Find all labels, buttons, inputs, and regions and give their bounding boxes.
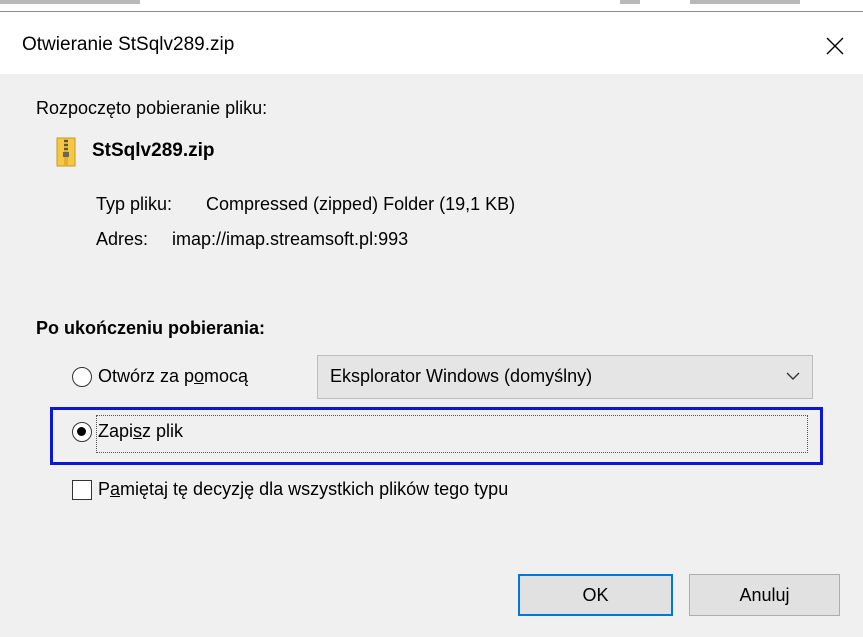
address-value: imap://imap.streamsoft.pl:993 xyxy=(172,229,409,249)
after-download-heading: Po ukończeniu pobierania: xyxy=(36,318,266,338)
dialog-title: Otwieranie StSqlv289.zip xyxy=(22,34,235,55)
save-file-radio[interactable] xyxy=(72,422,92,442)
dialog-titlebar: Otwieranie StSqlv289.zip xyxy=(0,12,863,74)
zip-file-icon xyxy=(56,137,76,167)
save-file-label[interactable]: Zapisz plik xyxy=(98,421,183,442)
close-button[interactable] xyxy=(813,26,857,66)
background-window-strip xyxy=(0,0,863,12)
cancel-button[interactable]: Anuluj xyxy=(689,574,840,616)
chevron-down-icon xyxy=(786,372,800,380)
remember-label[interactable]: Pamiętaj tę decyzję dla wszystkich plikó… xyxy=(98,479,508,500)
address-label: Adres: xyxy=(96,229,149,249)
open-with-label[interactable]: Otwórz za pomocą xyxy=(98,366,248,387)
open-with-app-select[interactable]: Eksplorator Windows (domyślny) xyxy=(317,355,813,399)
file-type-label: Typ pliku: xyxy=(96,194,173,214)
remember-checkbox[interactable] xyxy=(72,480,92,500)
file-name: StSqlv289.zip xyxy=(92,140,215,161)
open-with-radio[interactable] xyxy=(72,367,92,387)
open-with-app-value: Eksplorator Windows (domyślny) xyxy=(330,366,593,386)
focus-dotted-rect xyxy=(96,415,808,453)
download-heading: Rozpoczęto pobieranie pliku: xyxy=(36,98,268,118)
dialog-body: Rozpoczęto pobieranie pliku: StSqlv289.z… xyxy=(0,74,863,637)
ok-button[interactable]: OK xyxy=(518,574,673,616)
close-icon xyxy=(826,37,844,55)
file-type-value: Compressed (zipped) Folder (19,1 KB) xyxy=(206,194,516,214)
